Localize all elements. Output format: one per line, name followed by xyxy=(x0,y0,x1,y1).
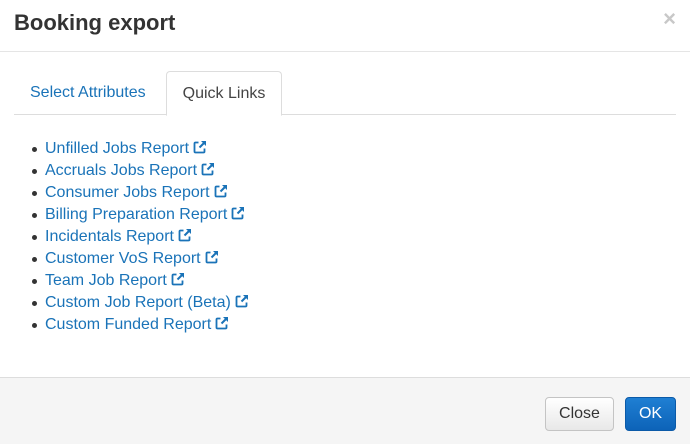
ok-button[interactable]: OK xyxy=(625,397,676,431)
bullet xyxy=(32,169,37,174)
list-item: Incidentals Report xyxy=(28,226,249,248)
external-link-icon[interactable] xyxy=(171,272,185,286)
dialog-header: Booking export × xyxy=(0,0,690,52)
dialog-title: Booking export xyxy=(14,10,176,35)
accruals-jobs-report-link[interactable]: Accruals Jobs Report xyxy=(45,162,197,179)
external-link-icon[interactable] xyxy=(235,294,249,308)
bullet xyxy=(32,301,37,306)
consumer-jobs-report-link[interactable]: Consumer Jobs Report xyxy=(45,184,210,201)
external-link-icon[interactable] xyxy=(214,184,228,198)
external-link-icon[interactable] xyxy=(193,140,207,154)
list-item: Custom Job Report (Beta) xyxy=(28,292,249,314)
bullet xyxy=(32,279,37,284)
external-link-icon[interactable] xyxy=(215,316,229,330)
tab-bar: Select Attributes Quick Links xyxy=(14,71,676,116)
list-item: Consumer Jobs Report xyxy=(28,182,249,204)
bullet xyxy=(32,257,37,262)
external-link-icon[interactable] xyxy=(201,162,215,176)
custom-funded-report-link[interactable]: Custom Funded Report xyxy=(45,316,211,333)
bullet xyxy=(32,235,37,240)
close-icon[interactable]: × xyxy=(663,8,676,30)
bullet xyxy=(32,147,37,152)
quick-links-list: Unfilled Jobs Report Accruals Jobs Repor… xyxy=(28,138,249,336)
booking-export-dialog: Booking export × Select Attributes Quick… xyxy=(0,0,690,444)
bullet xyxy=(32,191,37,196)
external-link-icon[interactable] xyxy=(178,228,192,242)
dialog-footer: Close OK xyxy=(0,377,690,444)
list-item: Custom Funded Report xyxy=(28,314,249,336)
list-item: Team Job Report xyxy=(28,270,249,292)
external-link-icon[interactable] xyxy=(231,206,245,220)
team-job-report-link[interactable]: Team Job Report xyxy=(45,272,167,289)
list-item: Billing Preparation Report xyxy=(28,204,249,226)
billing-preparation-report-link[interactable]: Billing Preparation Report xyxy=(45,206,227,223)
custom-job-report-beta-link[interactable]: Custom Job Report (Beta) xyxy=(45,294,231,311)
unfilled-jobs-report-link[interactable]: Unfilled Jobs Report xyxy=(45,140,189,157)
external-link-icon[interactable] xyxy=(205,250,219,264)
tab-quick-links[interactable]: Quick Links xyxy=(166,71,282,116)
list-item: Accruals Jobs Report xyxy=(28,160,249,182)
tab-select-attributes[interactable]: Select Attributes xyxy=(14,71,164,115)
list-item: Unfilled Jobs Report xyxy=(28,138,249,160)
incidentals-report-link[interactable]: Incidentals Report xyxy=(45,228,174,245)
customer-vos-report-link[interactable]: Customer VoS Report xyxy=(45,250,201,267)
close-button[interactable]: Close xyxy=(545,397,614,431)
bullet xyxy=(32,213,37,218)
bullet xyxy=(32,323,37,328)
list-item: Customer VoS Report xyxy=(28,248,249,270)
